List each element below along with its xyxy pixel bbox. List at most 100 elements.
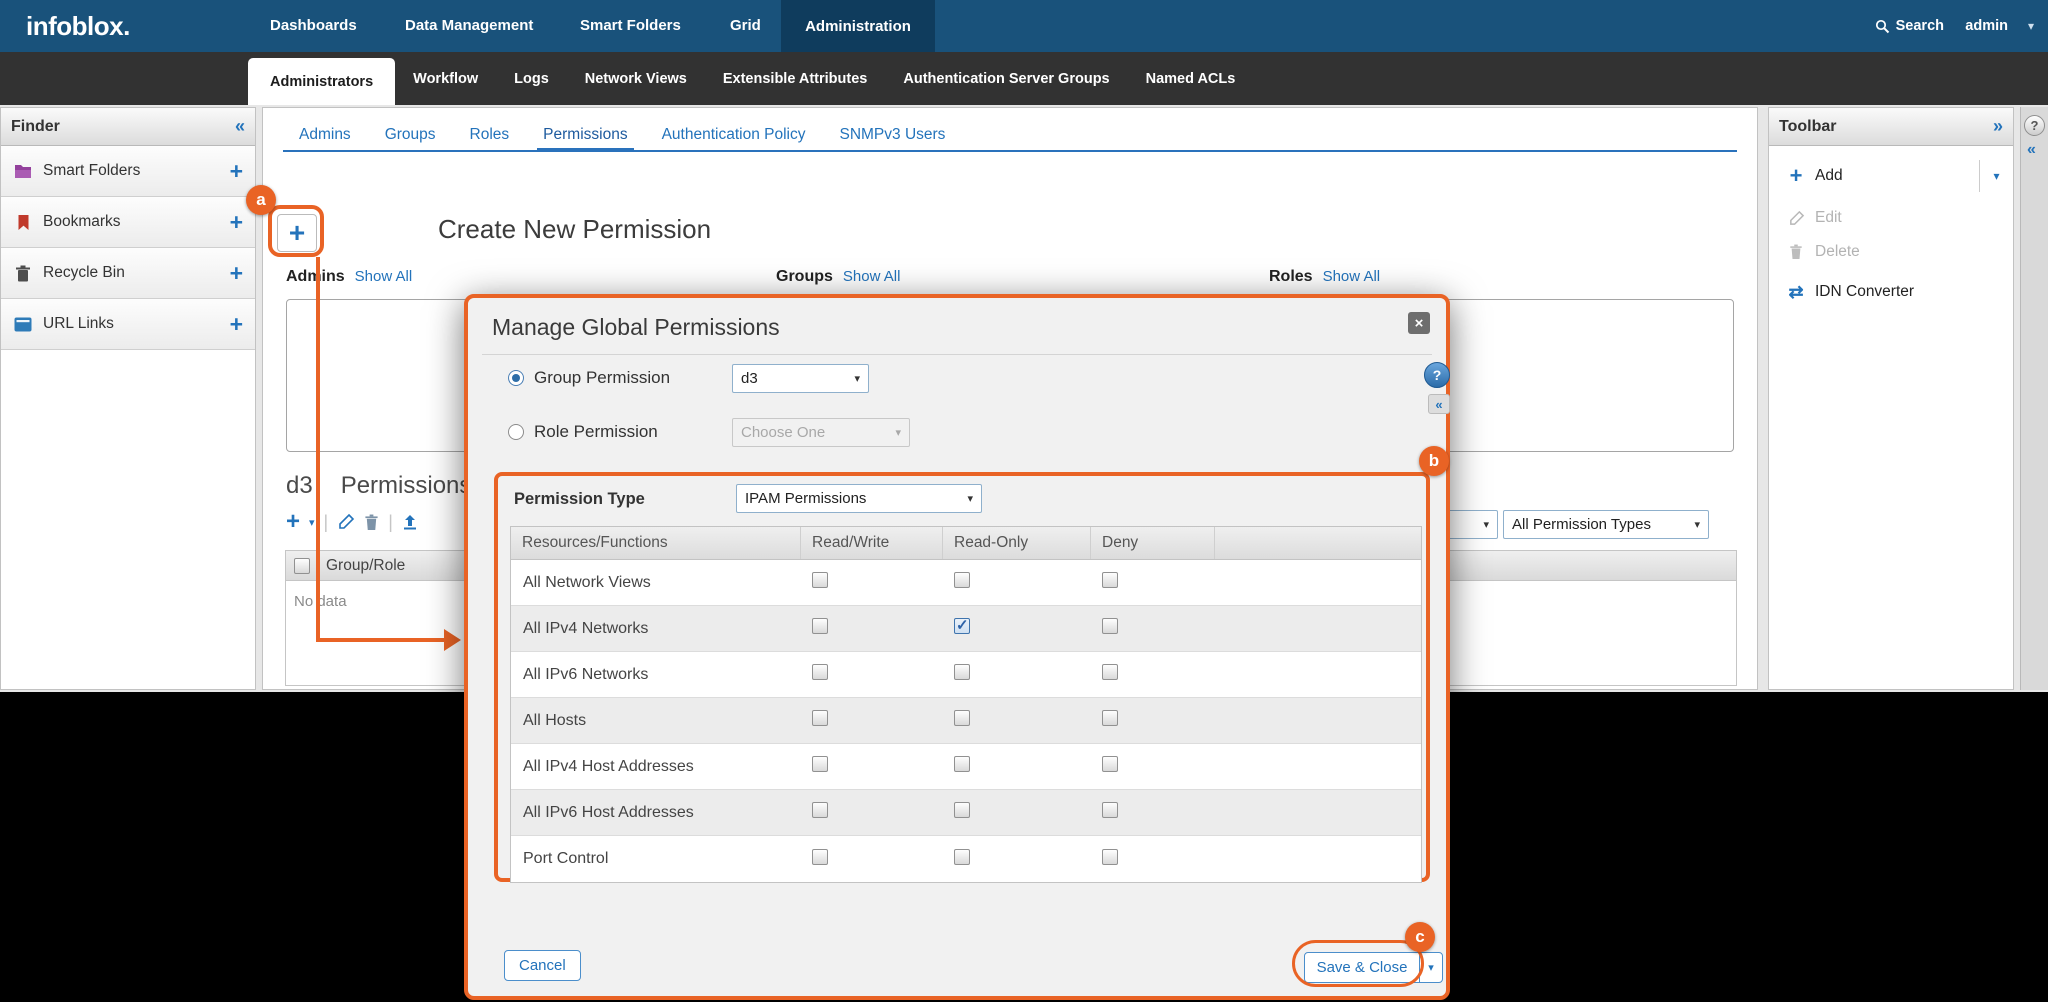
tab-extensible-attributes[interactable]: Extensible Attributes (705, 52, 886, 105)
read-write-checkbox[interactable] (812, 572, 828, 588)
user-menu-caret-icon[interactable]: ▾ (2028, 0, 2034, 52)
groups-show-all-link[interactable]: Show All (843, 268, 901, 285)
group-permission-label: Group Permission (534, 368, 670, 388)
search-icon (1875, 19, 1890, 34)
admins-show-all-link[interactable]: Show All (355, 268, 413, 285)
tab-named-acls[interactable]: Named ACLs (1128, 52, 1254, 105)
dialog-help-icon[interactable]: ? (1424, 362, 1450, 388)
search-control[interactable]: Search (1875, 0, 1944, 52)
deny-checkbox[interactable] (1102, 802, 1118, 818)
add-bookmark-icon[interactable]: + (230, 212, 243, 232)
roles-show-all-link[interactable]: Show All (1323, 268, 1381, 285)
col-read-only: Read-Only (943, 527, 1091, 559)
add-smart-folder-icon[interactable]: + (230, 161, 243, 181)
finder-item-smart-folders[interactable]: Smart Folders + (1, 146, 255, 197)
resource-name: All Hosts (511, 712, 801, 730)
admins-column-label: AdminsShow All (286, 268, 412, 286)
read-write-checkbox[interactable] (812, 756, 828, 772)
create-new-permission-heading: Create New Permission (438, 214, 711, 245)
select-all-checkbox[interactable] (294, 558, 310, 574)
annotation-arrow-horizontal (316, 638, 446, 642)
expand-toolbar-icon[interactable]: » (1993, 116, 2003, 137)
subtab-roles[interactable]: Roles (470, 122, 510, 148)
nav-smart-folders[interactable]: Smart Folders (580, 0, 681, 52)
edit-icon (1783, 210, 1809, 227)
delete-permission-icon[interactable] (364, 514, 379, 531)
add-recycle-bin-icon[interactable]: + (230, 263, 243, 283)
dropdown-caret-icon: ▾ (1694, 518, 1700, 531)
role-permission-radio[interactable] (508, 424, 524, 440)
permissions-table: Resources/Functions Read/Write Read-Only… (510, 526, 1422, 883)
subtab-snmpv3-users[interactable]: SNMPv3 Users (839, 122, 945, 148)
read-only-checkbox[interactable] (954, 756, 970, 772)
toolbar-idn-converter-button[interactable]: ⇄ IDN Converter (1769, 276, 2013, 308)
cancel-button[interactable]: Cancel (504, 950, 581, 981)
edit-permission-icon[interactable] (337, 513, 355, 531)
deny-checkbox[interactable] (1102, 664, 1118, 680)
deny-checkbox[interactable] (1102, 618, 1118, 634)
read-write-checkbox[interactable] (812, 849, 828, 865)
finder-panel: Finder « Smart Folders + Bookmarks + Rec… (0, 107, 256, 690)
user-menu[interactable]: admin (1965, 0, 2008, 52)
nav-dashboards[interactable]: Dashboards (270, 0, 357, 52)
subtab-admins[interactable]: Admins (299, 122, 351, 148)
subtab-authentication-policy[interactable]: Authentication Policy (662, 122, 806, 148)
finder-item-label: Recycle Bin (43, 264, 220, 282)
col-empty (1215, 527, 1421, 559)
help-icon[interactable]: ? (2024, 115, 2045, 136)
role-select: Choose One ▾ (732, 418, 910, 447)
group-select[interactable]: d3 ▾ (732, 364, 869, 393)
annotation-badge-a: a (246, 185, 276, 215)
deny-checkbox[interactable] (1102, 572, 1118, 588)
permission-types-filter-dropdown[interactable]: All Permission Types ▾ (1503, 510, 1709, 539)
add-menu-caret-icon[interactable]: ▾ (1979, 160, 2013, 192)
manage-global-permissions-dialog: Manage Global Permissions × Group Permis… (464, 294, 1450, 1000)
subtab-permissions[interactable]: Permissions (543, 122, 627, 148)
table-row: All IPv6 Host Addresses (511, 790, 1421, 836)
add-permission-icon[interactable]: + (286, 513, 300, 531)
tab-administrators[interactable]: Administrators (248, 58, 395, 105)
deny-checkbox[interactable] (1102, 849, 1118, 865)
tab-workflow[interactable]: Workflow (395, 52, 496, 105)
nav-grid[interactable]: Grid (730, 0, 761, 52)
toolbar-add-button[interactable]: + Add ▾ (1769, 160, 2013, 192)
collapse-strip-icon[interactable]: « (2027, 141, 2036, 159)
finder-item-bookmarks[interactable]: Bookmarks + (1, 197, 255, 248)
tab-network-views[interactable]: Network Views (567, 52, 705, 105)
dialog-collapse-icon[interactable]: « (1428, 394, 1450, 414)
finder-item-recycle-bin[interactable]: Recycle Bin + (1, 248, 255, 299)
read-write-checkbox[interactable] (812, 802, 828, 818)
close-icon[interactable]: × (1408, 312, 1430, 334)
roles-column-label: RolesShow All (1269, 268, 1380, 286)
add-permission-caret-icon[interactable]: ▾ (309, 516, 315, 529)
read-only-checkbox[interactable] (954, 618, 970, 634)
read-only-checkbox[interactable] (954, 664, 970, 680)
group-permission-radio[interactable] (508, 370, 524, 386)
read-only-checkbox[interactable] (954, 802, 970, 818)
dropdown-caret-icon: ▾ (854, 372, 860, 385)
deny-checkbox[interactable] (1102, 756, 1118, 772)
subtab-groups[interactable]: Groups (385, 122, 436, 148)
read-write-checkbox[interactable] (812, 710, 828, 726)
permission-type-select[interactable]: IPAM Permissions ▾ (736, 484, 982, 513)
group-name: d3 (286, 472, 313, 500)
toolbar-edit-button[interactable]: Edit (1769, 202, 2013, 234)
read-only-checkbox[interactable] (954, 849, 970, 865)
read-write-checkbox[interactable] (812, 664, 828, 680)
smart-folders-icon (13, 164, 33, 179)
tab-authentication-server-groups[interactable]: Authentication Server Groups (885, 52, 1127, 105)
add-url-link-icon[interactable]: + (230, 314, 243, 334)
read-write-checkbox[interactable] (812, 618, 828, 634)
read-only-checkbox[interactable] (954, 572, 970, 588)
collapse-finder-icon[interactable]: « (235, 116, 245, 137)
toolbar-delete-button[interactable]: Delete (1769, 236, 2013, 268)
nav-administration[interactable]: Administration (781, 0, 935, 52)
read-only-checkbox[interactable] (954, 710, 970, 726)
tab-logs[interactable]: Logs (496, 52, 567, 105)
finder-item-label: Smart Folders (43, 162, 220, 180)
upload-permissions-icon[interactable] (402, 514, 418, 530)
finder-item-url-links[interactable]: URL Links + (1, 299, 255, 350)
nav-data-management[interactable]: Data Management (405, 0, 533, 52)
finder-item-label: URL Links (43, 315, 220, 333)
deny-checkbox[interactable] (1102, 710, 1118, 726)
